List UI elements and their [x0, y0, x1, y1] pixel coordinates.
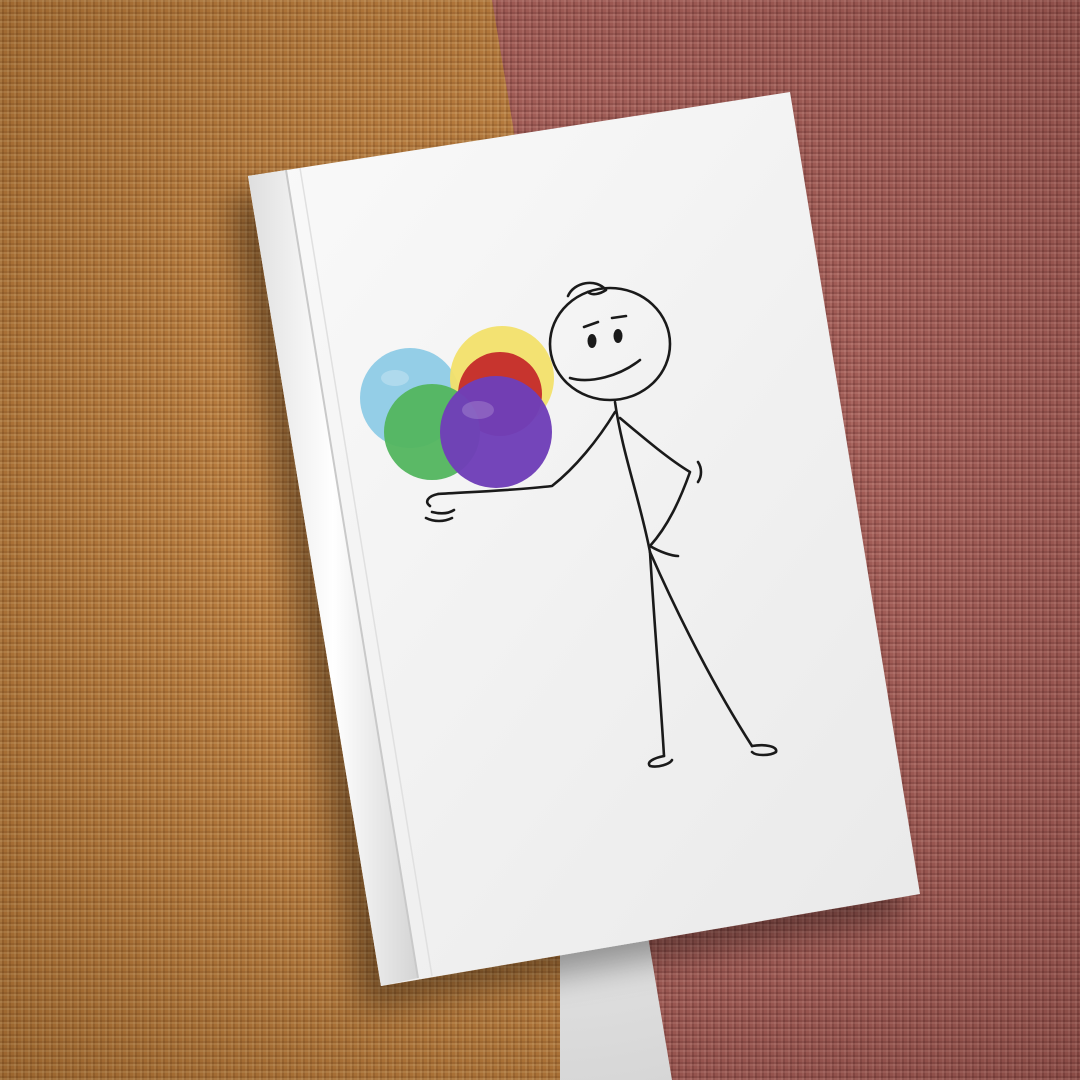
- balloon-highlight: [462, 401, 494, 419]
- hardcover-book: [248, 92, 920, 986]
- balloon-highlight: [381, 370, 409, 386]
- figure-right-eye: [613, 329, 623, 343]
- photo-scene: [0, 0, 1080, 1080]
- book-illustration: [248, 92, 920, 986]
- balloon-purple: [440, 376, 552, 488]
- figure-left-eye: [587, 334, 597, 348]
